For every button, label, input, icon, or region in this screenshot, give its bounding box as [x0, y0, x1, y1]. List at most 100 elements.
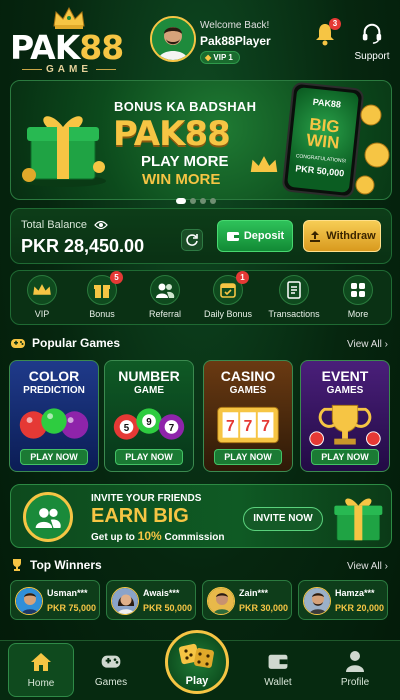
nav-profile[interactable]: Profile — [324, 649, 386, 688]
phone-big-win: BIG WIN — [305, 114, 341, 153]
svg-text:9: 9 — [146, 417, 152, 428]
pagination-dot[interactable] — [200, 198, 206, 204]
daily-bonus-badge: 1 — [236, 271, 249, 284]
promo-banner[interactable]: BONUS KA BADSHAH PAK88 PLAY MORE WIN MOR… — [10, 80, 392, 200]
quick-transactions[interactable]: Transactions — [263, 275, 325, 319]
svg-text:7: 7 — [261, 418, 270, 435]
refresh-icon — [186, 234, 198, 246]
invite-banner[interactable]: INVITE YOUR FRIENDS EARN BIG Get up to 1… — [10, 484, 392, 548]
crown-icon — [53, 6, 85, 29]
refresh-balance-button[interactable] — [181, 229, 203, 251]
play-now-button[interactable]: PLAY NOW — [20, 449, 88, 465]
vip-badge: ◆ VIP 1 — [200, 51, 240, 64]
winner-card[interactable]: Awais*** PKR 50,000 — [106, 580, 196, 620]
number-balls-icon: 5 9 7 — [113, 408, 185, 440]
play-button[interactable]: Play — [165, 630, 229, 694]
trophy-icon — [309, 404, 381, 446]
banner-win-more: WIN MORE — [142, 171, 221, 188]
invite-commission: Get up to 10% Commission — [91, 529, 225, 543]
logo-wordmark: PAK88 — [10, 28, 124, 67]
user-icon — [346, 651, 364, 672]
calendar-icon — [220, 283, 236, 298]
notification-count: 3 — [329, 18, 341, 30]
nav-wallet[interactable]: Wallet — [247, 649, 309, 688]
invite-now-button[interactable]: INVITE NOW — [243, 507, 323, 531]
nav-games[interactable]: Games — [80, 649, 142, 688]
nav-home[interactable]: Home — [8, 643, 74, 697]
quick-daily-bonus[interactable]: 1 Daily Bonus — [197, 271, 259, 319]
game-card-event[interactable]: EVENT GAMES PLAY NOW — [300, 360, 390, 472]
phone-logo: PAK88 — [312, 96, 342, 110]
pak88-logo[interactable]: PAK88 GAME — [10, 6, 130, 76]
headset-icon — [362, 23, 382, 44]
quick-vip[interactable]: VIP — [11, 275, 73, 319]
quick-referral[interactable]: Referral — [134, 275, 196, 319]
svg-text:7: 7 — [169, 423, 174, 434]
svg-text:7: 7 — [244, 418, 253, 435]
pagination-dot-active[interactable] — [176, 198, 186, 204]
banner-pagination[interactable] — [176, 191, 236, 204]
phone-amount: PKR 50,000 — [294, 163, 345, 179]
withdraw-button[interactable]: Withdraw — [303, 220, 381, 252]
play-label: Play — [185, 675, 209, 687]
upload-icon — [310, 231, 321, 242]
grid-icon — [351, 283, 365, 297]
username: Pak88Player — [200, 34, 271, 48]
receipt-icon — [287, 281, 301, 299]
bonus-badge: 5 — [110, 271, 123, 284]
top-winners-title: Top Winners — [10, 558, 102, 572]
gift-box-illustration — [22, 116, 106, 187]
winner-card[interactable]: Hamza*** PKR 20,000 — [298, 580, 388, 620]
popular-games-title: Popular Games — [10, 336, 120, 350]
banner-play-more: PLAY MORE — [141, 153, 229, 170]
avatar — [303, 587, 331, 615]
banner-tagline: BONUS KA BADSHAH — [114, 99, 257, 114]
svg-text:7: 7 — [226, 418, 235, 435]
game-card-casino[interactable]: CASINO GAMES 7 7 7 PLAY NOW — [203, 360, 293, 472]
avatar — [111, 587, 139, 615]
notifications-button[interactable]: 3 — [313, 18, 341, 48]
play-now-button[interactable]: PLAY NOW — [115, 449, 183, 465]
welcome-text: Welcome Back! — [200, 20, 270, 31]
users-icon — [156, 283, 175, 298]
play-now-button[interactable]: PLAY NOW — [214, 449, 282, 465]
diamond-icon: ◆ — [205, 53, 212, 62]
banner-brand: PAK88 — [113, 114, 231, 154]
winners-view-all-link[interactable]: View All › — [347, 561, 388, 572]
support-label: Support — [354, 51, 390, 62]
chevron-right-icon: › — [384, 339, 388, 350]
gamepad-icon — [11, 339, 25, 348]
app-header: PAK88 GAME Welcome Back! Pak88Player ◆ V… — [0, 0, 400, 80]
invite-earn-big: EARN BIG — [91, 505, 189, 527]
winner-card[interactable]: Zain*** PKR 30,000 — [202, 580, 292, 620]
wallet-icon — [268, 654, 288, 669]
avatar — [150, 16, 196, 62]
balance-value: PKR 28,450.00 — [21, 236, 145, 256]
eye-icon[interactable] — [94, 220, 108, 230]
winner-card[interactable]: Usman*** PKR 75,000 — [10, 580, 100, 620]
support-button[interactable]: Support — [350, 22, 394, 62]
quick-more[interactable]: More — [327, 275, 389, 319]
game-card-color-prediction[interactable]: COLOR PREDICTION PLAY NOW — [9, 360, 99, 472]
gamepad-icon — [101, 655, 121, 668]
coins-illustration — [355, 104, 390, 195]
popular-view-all-link[interactable]: View All › — [347, 339, 388, 350]
game-card-number[interactable]: NUMBER GAME 5 9 7 PLAY NOW — [104, 360, 194, 472]
gift-box-illustration — [334, 498, 383, 541]
home-icon — [31, 653, 51, 671]
quick-menu: VIP 5 Bonus Referral 1 Daily Bonus Trans… — [10, 270, 392, 325]
user-profile[interactable]: Welcome Back! Pak88Player ◆ VIP 1 — [150, 16, 300, 66]
slot-machine-icon: 7 7 7 — [217, 406, 279, 444]
pagination-dot[interactable] — [210, 198, 216, 204]
gift-icon — [94, 285, 110, 298]
deposit-button[interactable]: Deposit — [217, 220, 293, 252]
quick-bonus[interactable]: 5 Bonus — [71, 271, 133, 319]
dice-icon — [178, 643, 214, 668]
pagination-dot[interactable] — [190, 198, 196, 204]
crown-icon — [250, 156, 278, 173]
avatar — [207, 587, 235, 615]
crown-icon — [33, 284, 51, 295]
chevron-right-icon: › — [384, 561, 388, 572]
play-now-button[interactable]: PLAY NOW — [311, 449, 379, 465]
color-balls-icon — [19, 408, 89, 439]
